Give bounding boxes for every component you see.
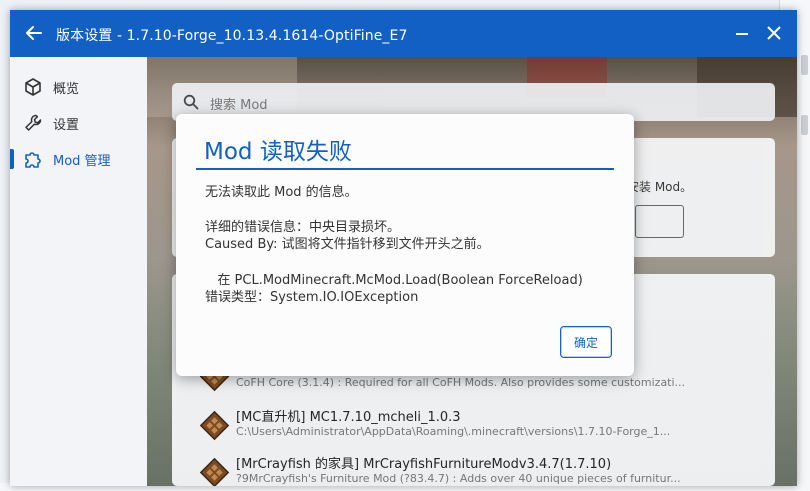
dialog-stack-trace: 在 PCL.ModMinecraft.McMod.Load(Boolean Fo… [205, 273, 583, 288]
dialog-caused-by: Caused By: 试图将文件指针移到文件开头之前。 [205, 237, 490, 252]
dialog-overlay: Mod 读取失败 无法读取此 Mod 的信息。 详细的错误信息：中央目录损坏。 … [0, 0, 810, 491]
ok-button[interactable]: 确定 [560, 326, 612, 358]
dialog-title: Mod 读取失败 [204, 139, 352, 165]
dialog-message: 无法读取此 Mod 的信息。 [205, 185, 358, 200]
dialog-error-detail: 详细的错误信息：中央目录损坏。 [205, 220, 401, 235]
mod-load-error-dialog: Mod 读取失败 无法读取此 Mod 的信息。 详细的错误信息：中央目录损坏。 … [176, 114, 634, 376]
dialog-error-type: 错误类型：System.IO.IOException [205, 290, 419, 305]
dialog-title-underline [196, 168, 614, 170]
